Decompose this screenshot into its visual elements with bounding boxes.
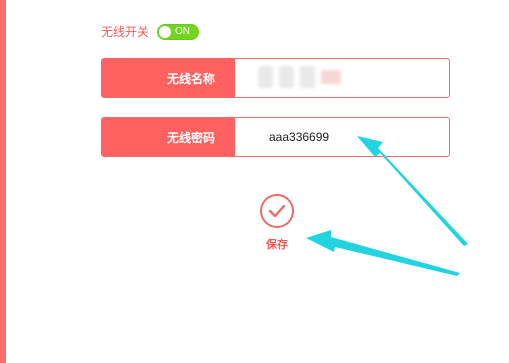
annotation-arrows (306, 136, 468, 276)
save-label: 保存 (266, 238, 288, 251)
arrow-to-save (306, 230, 460, 276)
ssid-input[interactable] (235, 59, 449, 97)
toggle-state-text: ON (175, 26, 191, 37)
left-edge-bar (0, 0, 6, 363)
ssid-field: 无线名称 (101, 58, 450, 98)
wifi-switch-label: 无线开关 (101, 25, 150, 39)
toggle-knob (159, 26, 172, 38)
wifi-toggle[interactable]: ON (157, 24, 200, 40)
save-circle[interactable] (260, 194, 294, 228)
ssid-obscured-value (258, 64, 344, 90)
password-field: 无线密码 aaa336699 (101, 117, 450, 157)
password-label: 无线密码 (102, 118, 235, 156)
checkmark-icon (268, 204, 286, 218)
save-button[interactable]: 保存 (257, 194, 297, 252)
wifi-switch-row: 无线开关 ON (101, 22, 200, 42)
password-input[interactable]: aaa336699 (235, 118, 449, 156)
ssid-label: 无线名称 (102, 59, 235, 97)
